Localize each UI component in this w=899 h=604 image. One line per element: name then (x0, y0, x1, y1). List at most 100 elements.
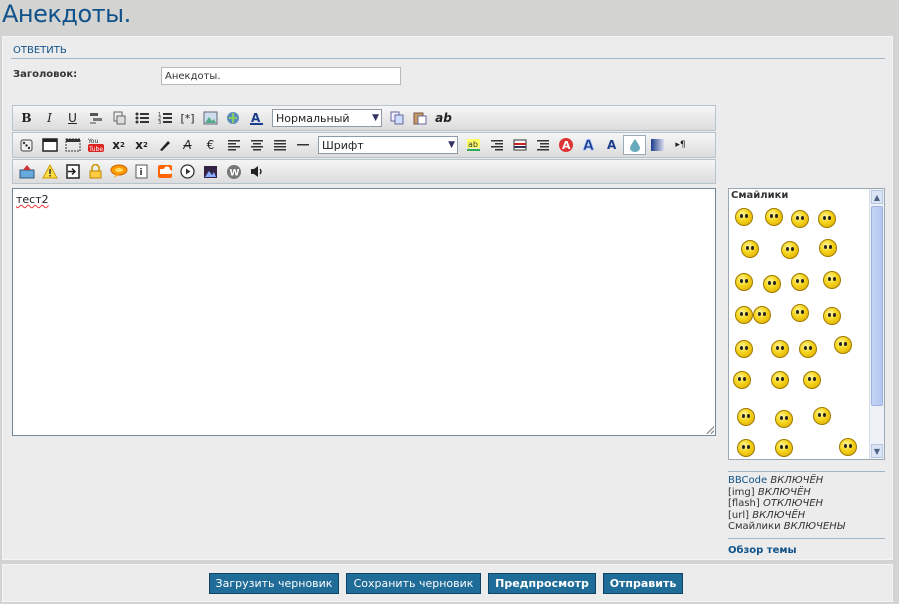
submit-button[interactable]: Отправить (603, 573, 683, 594)
svg-text:3: 3 (158, 120, 161, 125)
smilies-title: Смайлики (731, 190, 789, 201)
smiley-icon[interactable] (735, 340, 753, 358)
bbcode-link[interactable]: BBCode (728, 475, 767, 486)
login-icon[interactable] (61, 162, 84, 182)
smiley-icon[interactable] (737, 439, 755, 457)
info-icon[interactable]: i (130, 162, 153, 182)
smiley-icon[interactable] (791, 304, 809, 322)
chevron-down-icon: ▼ (448, 140, 455, 150)
copy-icon[interactable] (386, 108, 409, 128)
smiley-icon[interactable] (834, 336, 852, 354)
font-glow-icon[interactable]: A (577, 135, 600, 155)
dice-icon[interactable] (15, 135, 38, 155)
font-shadow-icon[interactable]: A (554, 135, 577, 155)
code-icon[interactable] (107, 108, 130, 128)
url-status-line: [url] ВКЛЮЧЁН (728, 509, 806, 521)
font-family-select[interactable]: Шрифт ▼ (318, 136, 458, 154)
smiley-icon[interactable] (791, 210, 809, 228)
link-icon[interactable] (222, 108, 245, 128)
scroll-up-icon[interactable]: ▲ (871, 190, 883, 204)
smiley-icon[interactable] (735, 306, 753, 324)
spoiler-icon[interactable] (61, 135, 84, 155)
smiley-icon[interactable] (823, 307, 841, 325)
smiley-icon[interactable] (791, 273, 809, 291)
editor-toolbar-row-2: You Tube x2 x2 A € Шрифт ▼ ab A A A ▸¶ (12, 132, 716, 158)
superscript-icon[interactable]: x2 (107, 135, 130, 155)
bold-icon[interactable]: B (15, 108, 38, 128)
submit-buttons-bar: Загрузить черновик Сохранить черновик Пр… (2, 564, 893, 602)
subject-input[interactable] (161, 67, 401, 85)
warning-icon[interactable] (38, 162, 61, 182)
smiley-icon[interactable] (819, 239, 837, 257)
text-background-icon[interactable]: ab (462, 135, 485, 155)
gradient-icon[interactable] (646, 135, 669, 155)
numbered-list-icon[interactable]: 123 (153, 108, 176, 128)
smiley-icon[interactable] (765, 208, 783, 226)
subscript-icon[interactable]: x2 (130, 135, 153, 155)
highlight-icon[interactable] (153, 135, 176, 155)
strikethrough-icon[interactable]: A (176, 135, 199, 155)
smiley-icon[interactable] (775, 439, 793, 457)
window-icon[interactable] (38, 135, 61, 155)
preview-button[interactable]: Предпросмотр (488, 573, 596, 594)
list-item-icon[interactable]: [*] (176, 108, 199, 128)
resize-handle-icon[interactable] (706, 426, 714, 434)
img-status-line: [img] ВКЛЮЧЁН (728, 486, 811, 498)
spellcheck-icon[interactable]: ab (432, 108, 455, 128)
font-color-icon[interactable]: A (245, 108, 268, 128)
message-textarea[interactable]: тест2 (12, 188, 716, 436)
smiley-icon[interactable] (818, 210, 836, 228)
smiley-icon[interactable] (799, 340, 817, 358)
youtube-icon[interactable]: You Tube (84, 135, 107, 155)
smiley-icon[interactable] (737, 408, 755, 426)
direction-icon[interactable]: ▸¶ (669, 135, 692, 155)
lock-icon[interactable] (84, 162, 107, 182)
topic-review-link[interactable]: Обзор темы (728, 545, 885, 557)
smiley-icon[interactable] (771, 371, 789, 389)
align-justify-icon[interactable] (268, 135, 291, 155)
editor-toolbar-row-3: i W (12, 159, 716, 184)
smiley-icon[interactable] (775, 410, 793, 428)
load-draft-button[interactable]: Загрузить черновик (209, 573, 339, 594)
smiley-icon[interactable] (803, 371, 821, 389)
wordpress-icon[interactable]: W (222, 162, 245, 182)
scrollbar-thumb[interactable] (871, 206, 883, 406)
euro-icon[interactable]: € (199, 135, 222, 155)
quote-icon[interactable] (84, 108, 107, 128)
smiley-icon[interactable] (741, 240, 759, 258)
speaker-icon[interactable] (245, 162, 268, 182)
font-size-select[interactable]: Нормальный ▼ (272, 109, 382, 127)
upload-icon[interactable] (15, 162, 38, 182)
indent-icon[interactable] (531, 135, 554, 155)
paste-icon[interactable] (409, 108, 432, 128)
smiley-icon[interactable] (753, 306, 771, 324)
opacity-icon[interactable] (623, 135, 646, 155)
smiley-icon[interactable] (781, 241, 799, 259)
align-left-icon[interactable] (222, 135, 245, 155)
underline-icon[interactable]: U (61, 108, 84, 128)
smilies-scrollbar[interactable]: ▲ ▼ (869, 189, 884, 459)
smiley-icon[interactable] (813, 407, 831, 425)
smiley-icon[interactable] (839, 438, 857, 456)
align-center-icon[interactable] (245, 135, 268, 155)
soundcloud-icon[interactable] (153, 162, 176, 182)
play-icon[interactable] (176, 162, 199, 182)
smiley-icon[interactable] (735, 208, 753, 226)
font-outline-icon[interactable]: A (600, 135, 623, 155)
speech-bubble-icon[interactable] (107, 162, 130, 182)
flag-icon[interactable] (508, 135, 531, 155)
smiley-icon[interactable] (735, 273, 753, 291)
image-icon[interactable] (199, 108, 222, 128)
smiley-icon[interactable] (763, 275, 781, 293)
smiley-icon[interactable] (771, 340, 789, 358)
align-right-icon[interactable] (485, 135, 508, 155)
save-draft-button[interactable]: Сохранить черновик (346, 573, 481, 594)
scroll-down-icon[interactable]: ▼ (871, 444, 883, 458)
italic-icon[interactable]: I (38, 108, 61, 128)
smiley-icon[interactable] (733, 371, 751, 389)
divider (11, 58, 885, 59)
bullet-list-icon[interactable] (130, 108, 153, 128)
picture-icon[interactable] (199, 162, 222, 182)
smiley-icon[interactable] (823, 271, 841, 289)
horizontal-rule-icon[interactable] (291, 135, 314, 155)
